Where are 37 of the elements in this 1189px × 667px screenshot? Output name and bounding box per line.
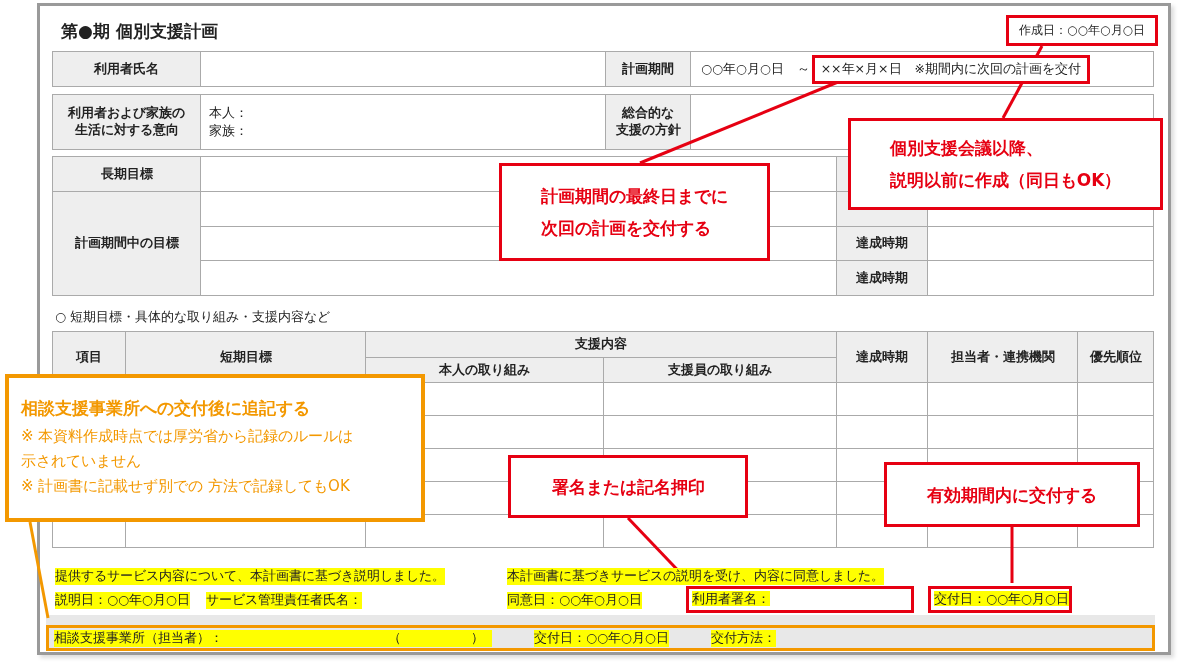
header-cell: 利用者および家族の 生活に対する意向: [68, 105, 185, 139]
header-cell: 長期目標: [53, 157, 201, 192]
document-title: 第●期 個別支援計画: [61, 20, 218, 43]
header-cell: 総合的な 支援の方針: [615, 105, 681, 139]
header-cell: 支援員の取り組み: [604, 358, 837, 383]
explanation-date: 説明日：○○年○月○日: [55, 591, 190, 609]
manager-name-label: サービス管理責任者氏名：: [205, 591, 362, 609]
header-cell: 利用者氏名: [53, 52, 201, 87]
header-cell: 達成時期: [837, 261, 928, 296]
callout-note: ※ 計画書に記載せず別での 方法で記録してもOK: [21, 476, 351, 497]
header-cell: 支援内容: [366, 332, 837, 358]
delivery-method-label: 交付方法：: [710, 629, 776, 647]
period-start-date: ○○年○月○日 ～: [701, 60, 810, 78]
header-cell: 本人の取り組み: [366, 358, 604, 383]
created-date: 作成日：○○年○月○日: [1006, 15, 1158, 46]
header-cell: 計画期間: [606, 52, 691, 87]
intent-notes: 本人： 家族：: [209, 104, 248, 140]
period-end-date: ××年×月×日 ※期間内に次回の計画を交付: [811, 54, 1090, 84]
header-cell: 達成時期: [837, 227, 928, 261]
consent-statement: 本計画書に基づきサービスの説明を受け、内容に同意しました。: [507, 567, 884, 585]
explanation-statement: 提供するサービス内容について、本計画書に基づき説明しました。: [55, 567, 445, 585]
header-cell: 達成時期: [837, 332, 928, 383]
callout-text: 計画期間の最終日までに 次回の計画を交付する: [541, 185, 728, 240]
callout-note: ※ 本資料作成時点では厚労省から記録のルールは示されていません: [21, 426, 355, 472]
callout-text: 署名または記名押印: [551, 475, 705, 499]
header-cell: 計画期間中の目標: [53, 192, 201, 296]
user-signature-field: 利用者署名：: [686, 586, 914, 613]
callout-text: 有効期間内に交付する: [927, 483, 1097, 507]
callout-text: 個別支援会議以降、 説明以前に作成（同日もOK）: [889, 137, 1122, 192]
header-cell: 優先順位: [1078, 332, 1154, 383]
delivery-date: 交付日：○○年○月○日: [928, 586, 1072, 613]
callout-title: 相談支援事業所への交付後に追記する: [21, 397, 311, 420]
consent-date: 同意日：○○年○月○日: [507, 591, 642, 609]
section-caption: ○ 短期目標・具体的な取り組み・支援内容など: [55, 309, 331, 326]
consultation-delivery-date: 交付日：○○年○月○日: [534, 629, 669, 647]
consultation-office-label: 相談支援事業所（担当者）： （ ）: [54, 629, 492, 647]
header-cell: 担当者・連携機関: [928, 332, 1078, 383]
